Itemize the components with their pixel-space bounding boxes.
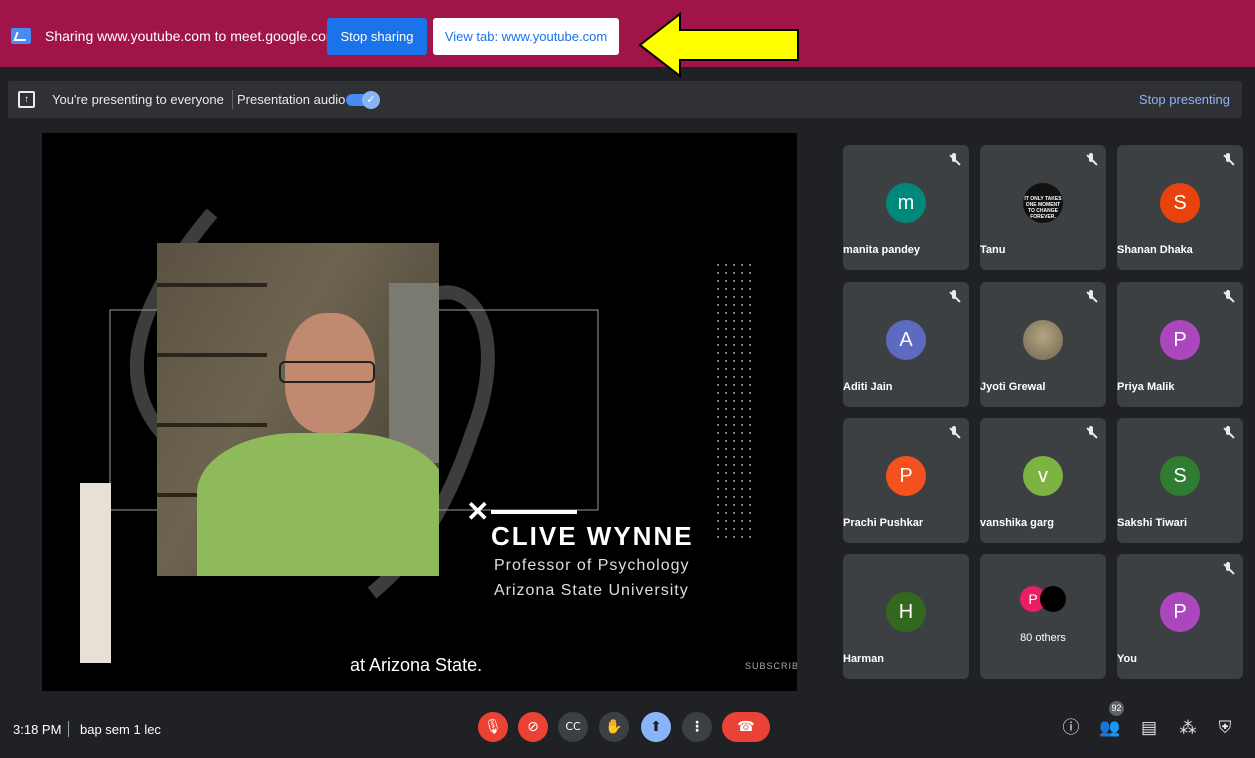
participant-name: Priya Malik [1117,381,1175,393]
avatar: v [1023,456,1063,496]
subscribe-watermark: SUBSCRIBE [745,661,797,671]
avatar: IT ONLY TAKES ONE MOMENT TO CHANGE FOREV… [1023,183,1063,223]
present-screen-icon[interactable]: ⬆ [641,712,671,742]
avatar: S [1160,456,1200,496]
avatar [1023,320,1063,360]
meeting-controls-bar: 3:18 PM bap sem 1 lec 🎙 ⊘ CC ✋ ⬆ ⋮ ☎ ⓘ 👥… [0,700,1255,758]
participant-tile[interactable]: P Priya Malik [1117,282,1243,407]
people-icon[interactable]: 👥 [1099,717,1121,739]
avatar: A [886,320,926,360]
speaker-video [157,243,439,576]
participant-name: Shanan Dhaka [1117,244,1193,256]
participant-name: Aditi Jain [843,381,893,393]
mic-off-icon [1221,290,1235,304]
participant-count-badge: 92 [1109,701,1124,716]
mic-off-icon [1084,426,1098,440]
sharing-text: Sharing www.youtube.com to meet.google.c… [45,28,338,44]
screen-share-icon [11,28,31,44]
meeting-name: bap sem 1 lec [80,722,161,737]
close-x-graphic: ✕ [466,496,490,527]
host-controls-icon[interactable]: ⛨ [1214,717,1236,739]
mic-off-icon [1084,290,1098,304]
mic-off-icon[interactable]: 🎙 [478,712,508,742]
participant-tile[interactable]: S Shanan Dhaka [1117,145,1243,270]
divider [68,721,69,737]
participant-name: Prachi Pushkar [843,517,924,529]
mic-off-icon [1221,562,1235,576]
decorative-bar [80,483,111,663]
self-tile[interactable]: P You [1117,554,1243,679]
others-tile[interactable]: P 80 others [980,554,1106,679]
divider-line [491,510,577,514]
shared-screen-video: ✕ CLIVE WYNNE Professor of Psychology Ar… [42,133,797,691]
participant-tile[interactable]: H Harman [843,554,969,679]
chat-icon[interactable]: ▤ [1138,717,1160,739]
sharing-banner: Sharing www.youtube.com to meet.google.c… [0,0,1255,78]
left-arrow-annotation [638,12,799,78]
clock: 3:18 PM [13,722,62,737]
present-icon: ↑ [18,91,35,108]
participant-name: Jyoti Grewal [980,381,1046,393]
presenting-status: You're presenting to everyone [52,92,224,107]
raise-hand-icon[interactable]: ✋ [599,712,629,742]
participant-tile[interactable]: P Prachi Pushkar [843,418,969,543]
avatar-stack [1040,586,1066,612]
participant-name: vanshika garg [980,517,1054,529]
presentation-audio-label: Presentation audio [237,92,346,107]
dot-pattern [714,261,754,541]
leave-call-icon[interactable]: ☎ [722,712,770,742]
more-options-icon[interactable]: ⋮ [682,712,712,742]
info-icon[interactable]: ⓘ [1060,717,1082,739]
participant-name: Harman [843,653,884,665]
mic-off-icon [947,290,961,304]
participant-tile[interactable]: m manita pandey [843,145,969,270]
participant-name: You [1117,653,1137,665]
participant-name: manita pandey [843,244,921,256]
participant-tile[interactable]: v vanshika garg [980,418,1106,543]
participant-tile[interactable]: S Sakshi Tiwari [1117,418,1243,543]
presentation-audio-toggle[interactable]: ✓ [346,91,380,109]
mic-off-icon [1221,426,1235,440]
mic-off-icon [947,153,961,167]
participant-tile[interactable]: A Aditi Jain [843,282,969,407]
participant-name: Tanu [980,244,1006,256]
stop-presenting-button[interactable]: Stop presenting [1139,92,1230,107]
participant-tile[interactable]: IT ONLY TAKES ONE MOMENT TO CHANGE FOREV… [980,145,1106,270]
presenting-bar: ↑ You're presenting to everyone Presenta… [8,81,1242,118]
view-tab-button[interactable]: View tab: www.youtube.com [433,18,619,55]
activities-icon[interactable]: ⁂ [1177,717,1199,739]
lower-third-org: Arizona State University [494,582,689,599]
lower-third-name: CLIVE WYNNE [491,521,694,551]
mic-off-icon [947,426,961,440]
mic-off-icon [1084,153,1098,167]
camera-off-icon[interactable]: ⊘ [518,712,548,742]
captions-icon[interactable]: CC [558,712,588,742]
avatar: H [886,592,926,632]
avatar: S [1160,183,1200,223]
avatar: P [1160,320,1200,360]
divider [232,90,233,109]
participant-tile[interactable]: Jyoti Grewal [980,282,1106,407]
check-icon: ✓ [362,91,380,109]
stop-sharing-button[interactable]: Stop sharing [327,18,427,55]
avatar: P [886,456,926,496]
lower-third-role: Professor of Psychology [494,557,690,574]
avatar: P [1160,592,1200,632]
video-caption: at Arizona State. [350,655,483,675]
mic-off-icon [1221,153,1235,167]
others-count: 80 others [1020,632,1066,644]
avatar: m [886,183,926,223]
participant-name: Sakshi Tiwari [1117,517,1188,529]
